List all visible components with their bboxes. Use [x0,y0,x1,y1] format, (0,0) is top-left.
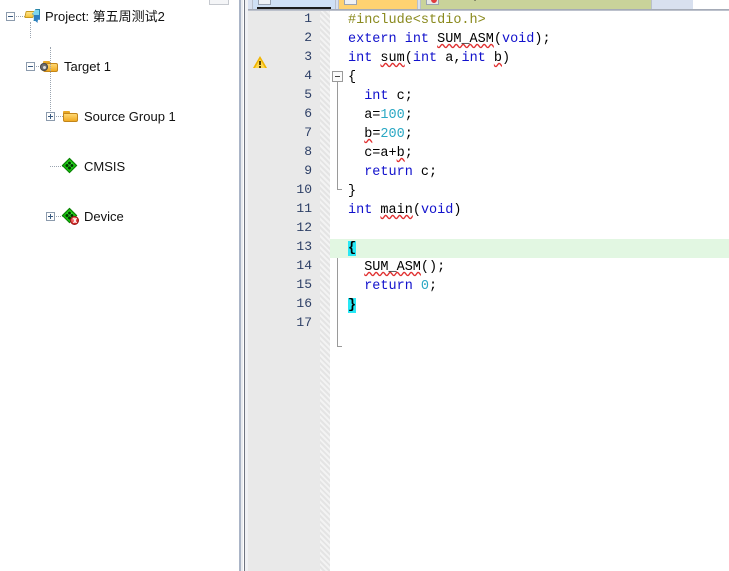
tree-connector [56,116,63,118]
editor-tab-bar: main.c fun.s startup_stm32f10x_hd.s [248,0,729,9]
code-line[interactable]: int c; [344,87,729,106]
tab-startup-stm32f10x-hd-s[interactable]: startup_stm32f10x_hd.s [420,0,652,9]
code-text-area[interactable]: #include<stdio.h> extern int SUM_ASM(voi… [330,11,729,571]
tab-label: startup_stm32f10x_hd.s [443,0,569,1]
line-number: 13 [296,239,312,254]
tree-node-target[interactable]: Target 1 [0,54,238,79]
fold-line-end [337,346,342,347]
line-number: 6 [304,106,312,121]
tree-node-label: CMSIS [84,159,126,174]
project-tree: Project: 第五周测试2 Target 1 Source Group 1 … [0,4,238,225]
line-number: 12 [296,220,312,235]
line-number: 9 [304,163,312,178]
code-line[interactable]: #include<stdio.h> [344,11,729,30]
fold-toggle-icon[interactable] [332,71,343,82]
project-tree-pane: Project: 第五周测试2 Target 1 Source Group 1 … [0,0,238,571]
code-line[interactable]: SUM_ASM(); [344,258,729,277]
tree-node-cmsis[interactable]: CMSIS [0,154,238,179]
tab-label: main.c [275,0,310,1]
editor-icon-margin[interactable] [248,11,273,571]
line-number: 16 [296,296,312,311]
code-line[interactable] [344,334,729,353]
tab-fun-s[interactable]: fun.s [338,0,418,9]
code-line[interactable] [344,220,729,239]
tree-node-source-group[interactable]: Source Group 1 [0,104,238,129]
code-line[interactable]: } [344,182,729,201]
line-number: 5 [304,87,312,102]
component-icon [61,157,79,175]
line-number: 7 [304,125,312,140]
asm-file-icon [344,0,357,5]
component-warning-icon [61,207,79,225]
code-line[interactable]: } [344,296,729,315]
warning-icon[interactable] [253,56,267,69]
folder-icon [63,109,79,125]
code-line[interactable]: int sum(int a,int b) [344,49,729,68]
pane-splitter[interactable] [238,0,248,571]
tree-connector [50,166,63,168]
editor-fold-margin[interactable] [330,11,344,571]
expander-plus-icon[interactable] [46,112,55,121]
fold-line [337,253,338,346]
fold-line [337,82,338,189]
code-line[interactable]: a=100; [344,106,729,125]
tree-node-label: Target 1 [64,59,111,74]
expander-minus-icon[interactable] [26,62,35,71]
line-number: 4 [304,68,312,83]
tree-node-label: Device [84,209,124,224]
code-editor: main.c fun.s startup_stm32f10x_hd.s 1234… [248,0,729,571]
fold-line-end [337,189,342,190]
line-number: 11 [296,201,312,216]
line-number: 10 [296,182,312,197]
code-line[interactable]: extern int SUM_ASM(void); [344,30,729,49]
tree-node-label: Project: 第五周测试2 [45,9,165,24]
tree-node-project[interactable]: Project: 第五周测试2 [0,4,238,29]
line-number: 3 [304,49,312,64]
line-number: 1 [304,11,312,26]
tab-label: fun.s [361,0,387,1]
tab-bar-endcap [693,0,729,9]
line-number: 2 [304,30,312,45]
line-number: 15 [296,277,312,292]
tree-node-label: Source Group 1 [84,109,176,124]
code-line[interactable]: return 0; [344,277,729,296]
tree-connector [30,22,32,38]
asm-file-icon [426,0,439,5]
c-file-icon [258,0,271,5]
code-line[interactable]: return c; [344,163,729,182]
line-number: 17 [296,315,312,330]
line-number: 8 [304,144,312,159]
tree-node-device[interactable]: Device [0,204,238,229]
line-number: 14 [296,258,312,273]
expander-minus-icon[interactable] [6,12,15,21]
expander-plus-icon[interactable] [46,212,55,221]
code-line-current[interactable]: { [344,239,729,258]
editor-line-numbers: 1 2 3 4 5 6 7 8 9 10 11 12 13 14 15 16 17 [273,11,320,571]
code-line[interactable]: b=200; [344,125,729,144]
code-line[interactable]: c=a+b; [344,144,729,163]
code-line[interactable] [344,315,729,334]
tab-main-c[interactable]: main.c [252,0,336,9]
code-line[interactable]: int main(void) [344,201,729,220]
project-icon [24,9,41,25]
editor-change-margin [320,11,330,571]
ide-window: Project: 第五周测试2 Target 1 Source Group 1 … [0,0,729,571]
code-line[interactable]: { [344,68,729,87]
